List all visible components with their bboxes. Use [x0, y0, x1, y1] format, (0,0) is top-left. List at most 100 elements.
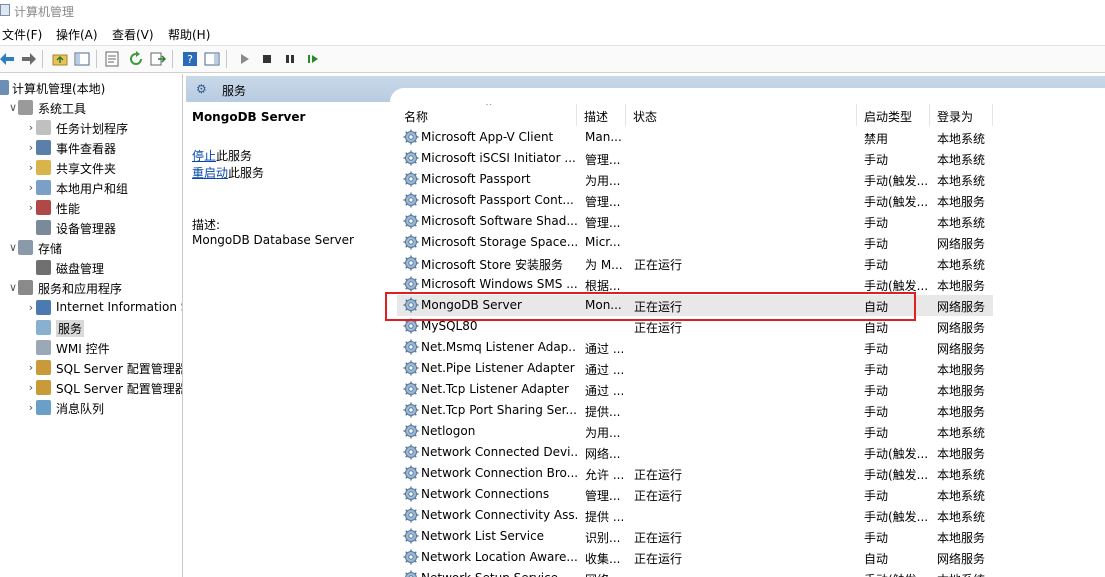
help-icon[interactable]: ? — [182, 51, 198, 67]
service-name: Network Connections — [421, 487, 550, 501]
service-startup-type: 手动 — [864, 489, 889, 503]
window-title: 计算机管理 — [14, 5, 75, 19]
service-startup-type: 手动(触发... — [864, 447, 929, 461]
show-hide-console-tree-icon[interactable] — [74, 51, 90, 67]
service-row[interactable]: MongoDB Server Mon... 正在运行 自动 网络服务 — [397, 295, 993, 316]
service-description: 收集... — [585, 552, 621, 566]
tree-item-label: 事件查看器 — [56, 142, 117, 156]
column-logon-label: 登录为 — [937, 110, 974, 124]
column-name-label: 名称 — [404, 110, 429, 124]
expand-chevron-icon[interactable]: › — [26, 181, 36, 194]
menu-view[interactable]: 查看(V) — [112, 26, 154, 43]
description-label: 描述: — [192, 218, 221, 232]
collapse-chevron-icon[interactable]: ∨ — [8, 101, 18, 114]
service-row[interactable]: Net.Msmq Listener Adap... 通过 ... 手动 网络服务 — [397, 337, 993, 358]
service-row[interactable]: Network List Service 识别... 正在运行 手动 本地服务 — [397, 526, 993, 547]
services-apps-icon — [18, 280, 33, 295]
expand-chevron-icon[interactable]: › — [26, 141, 36, 154]
service-row[interactable]: Network Connected Devi... 网络... 手动(触发... 本地… — [397, 442, 993, 463]
collapse-chevron-icon[interactable]: ∨ — [8, 241, 18, 254]
column-header-description[interactable]: 描述 — [577, 104, 626, 126]
service-gear-icon — [403, 129, 419, 145]
service-description: Micr... — [585, 235, 621, 249]
tree-item-label: SQL Server 配置管理器 — [56, 362, 183, 376]
show-hide-action-pane-icon[interactable] — [204, 51, 220, 67]
service-gear-icon — [405, 570, 417, 577]
back-icon[interactable] — [0, 51, 16, 67]
column-header-status[interactable]: 状态 — [626, 104, 857, 126]
service-gear-icon — [403, 150, 419, 166]
restart-service-icon[interactable] — [305, 51, 321, 67]
service-row[interactable]: Network Setup Service 网络... 手动(触发... 本地系统 — [397, 568, 993, 577]
service-row[interactable]: Microsoft App-V Client Man... 禁用 本地系统 — [397, 127, 993, 148]
service-logon-as: 网络服务 — [937, 300, 986, 314]
service-row[interactable]: Microsoft iSCSI Initiator ... 管理... 手动 本地系统 — [397, 148, 993, 169]
service-gear-icon — [403, 402, 419, 418]
service-row[interactable]: Network Connections 管理... 正在运行 手动 本地系统 — [397, 484, 993, 505]
service-row[interactable]: Microsoft Passport Cont... 管理... 手动(触发... 本… — [397, 190, 993, 211]
service-gear-icon — [403, 276, 419, 292]
service-logon-as: 本地系统 — [937, 489, 986, 503]
menu-help[interactable]: 帮助(H) — [168, 26, 210, 43]
service-row[interactable]: Microsoft Storage Space... Micr... 手动 网络服务 — [397, 232, 993, 253]
tree-item-label: 计算机管理(本地) — [12, 82, 106, 96]
service-description: Man... — [585, 130, 622, 144]
tree-item-label: 设备管理器 — [56, 222, 117, 236]
service-status: 正在运行 — [634, 468, 683, 482]
restart-service-suffix: 此服务 — [228, 166, 265, 180]
stop-service-suffix: 此服务 — [216, 149, 253, 163]
service-row[interactable]: Netlogon 为用... 手动 本地系统 — [397, 421, 993, 442]
service-row[interactable]: Net.Tcp Port Sharing Ser... 提供... 手动 本地服务 — [397, 400, 993, 421]
expand-chevron-icon[interactable]: › — [26, 401, 36, 414]
service-description: 提供 ... — [585, 510, 625, 524]
service-logon-as: 本地服务 — [937, 531, 986, 545]
stop-service-link[interactable]: 停止 — [192, 149, 216, 163]
expand-chevron-icon[interactable]: › — [26, 301, 36, 314]
menu-action[interactable]: 操作(A) — [56, 26, 98, 43]
pause-service-icon[interactable] — [282, 51, 298, 67]
title-bar: 计算机管理 — [0, 0, 1105, 22]
collapse-chevron-icon[interactable]: ∨ — [8, 281, 18, 294]
service-status: 正在运行 — [634, 321, 683, 335]
service-name: Microsoft Software Shad... — [421, 214, 577, 228]
stop-service-icon[interactable] — [259, 51, 275, 67]
expand-chevron-icon[interactable]: › — [26, 361, 36, 374]
users-icon — [36, 180, 51, 195]
forward-icon[interactable] — [20, 51, 36, 67]
message-queue-icon — [36, 400, 51, 415]
service-row[interactable]: Net.Tcp Listener Adapter 通过 ... 手动 本地服务 — [397, 379, 993, 400]
service-name: Network Connectivity Ass... — [421, 508, 577, 522]
column-header-logon-as[interactable]: 登录为 — [930, 104, 993, 126]
menu-file[interactable]: 文件(F) — [2, 26, 42, 43]
service-status: 正在运行 — [634, 300, 683, 314]
service-gear-icon — [403, 486, 419, 502]
svg-text:?: ? — [187, 53, 193, 66]
service-logon-as: 本地系统 — [937, 510, 986, 524]
restart-service-link[interactable]: 重启动 — [192, 166, 228, 180]
column-header-name[interactable]: 名称 ^ — [397, 104, 577, 126]
properties-icon[interactable] — [104, 51, 120, 67]
refresh-icon[interactable] — [128, 51, 144, 67]
expand-chevron-icon[interactable]: › — [26, 121, 36, 134]
expand-chevron-icon[interactable]: › — [26, 381, 36, 394]
column-header-startup-type[interactable]: 启动类型 — [857, 104, 930, 126]
start-service-icon[interactable] — [236, 51, 252, 67]
service-row[interactable]: Network Location Aware... 收集... 正在运行 自动 网络服务 — [397, 547, 993, 568]
service-row[interactable]: MySQL80 正在运行 自动 网络服务 — [397, 316, 993, 337]
service-row[interactable]: Network Connection Bro... 允许 ... 正在运行 手动(触发… — [397, 463, 993, 484]
service-startup-type: 手动 — [864, 405, 889, 419]
service-row[interactable]: Microsoft Store 安装服务 为 M... 正在运行 手动 本地系统 — [397, 253, 993, 274]
service-row[interactable]: Network Connectivity Ass... 提供 ... 手动(触发..… — [397, 505, 993, 526]
expand-chevron-icon[interactable]: › — [26, 201, 36, 214]
service-row[interactable]: Net.Pipe Listener Adapter 通过 ... 手动 本地服务 — [397, 358, 993, 379]
expand-chevron-icon[interactable]: › — [26, 161, 36, 174]
service-row[interactable]: Microsoft Windows SMS ... 根据... 手动(触发... 本地… — [397, 274, 993, 295]
service-gear-icon — [403, 360, 419, 376]
service-row[interactable]: Microsoft Passport 为用... 手动(触发... 本地系统 — [397, 169, 993, 190]
up-folder-icon[interactable] — [52, 51, 68, 67]
service-name: Net.Pipe Listener Adapter — [421, 361, 575, 375]
app-icon — [0, 4, 10, 16]
export-list-icon[interactable] — [150, 51, 166, 67]
service-row[interactable]: Microsoft Software Shad... 管理... 手动 本地系统 — [397, 211, 993, 232]
service-startup-type: 手动 — [864, 216, 889, 230]
